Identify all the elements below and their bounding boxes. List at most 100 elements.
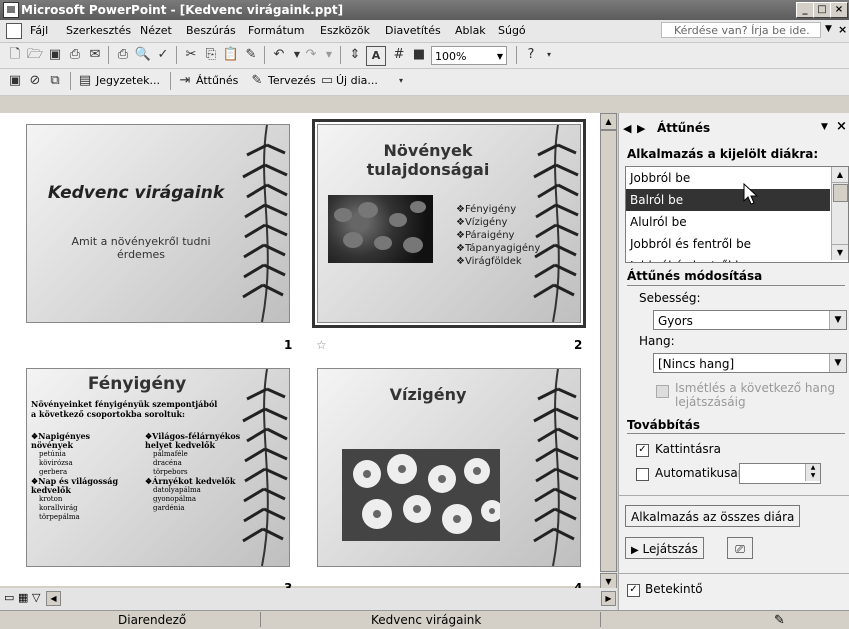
zoom-value: 100% (435, 50, 467, 63)
pane-close-icon[interactable]: × (836, 119, 847, 134)
help-icon[interactable]: ? (522, 46, 540, 64)
scroll-up-icon[interactable]: ▲ (600, 113, 617, 130)
document-icon[interactable] (6, 23, 22, 39)
automatic-checkbox[interactable] (636, 468, 649, 481)
spinner-icon[interactable]: ▲ ▼ (805, 464, 820, 481)
pane-menu-icon[interactable]: ▼ (821, 122, 828, 132)
transition-button[interactable]: Áttűnés (196, 74, 238, 87)
menu-view[interactable]: Nézet (140, 24, 172, 37)
slideshow-button[interactable]: ⎚ (727, 537, 753, 559)
color-grayscale-icon[interactable]: ■ (410, 46, 428, 64)
close-document-icon[interactable]: × (838, 23, 847, 36)
design-icon[interactable]: ✎ (248, 72, 266, 90)
slideshow-icon: ⎚ (735, 542, 745, 556)
format-painter-icon[interactable]: ✎ (242, 46, 260, 64)
scroll-down-icon[interactable]: ▼ (832, 244, 848, 260)
loop-label-line: lejátszásáig (675, 395, 746, 409)
grid-icon[interactable]: # (390, 46, 408, 64)
scroll-up-icon[interactable]: ▲ (832, 167, 848, 183)
slide-sorter-view-icon[interactable]: ▦ (18, 591, 28, 604)
menu-slideshow[interactable]: Diavetítés (385, 24, 441, 37)
spelling-status-icon[interactable]: ✎ (774, 613, 785, 628)
menu-window[interactable]: Ablak (455, 24, 486, 37)
notes-button[interactable]: Jegyzetek... (96, 74, 160, 87)
print-icon[interactable]: ⎙ (114, 46, 132, 64)
zoom-select[interactable]: 100% ▼ (431, 46, 507, 65)
transition-star-icon[interactable]: ☆ (316, 338, 327, 352)
minimize-button[interactable]: _ (796, 2, 814, 18)
bullet-list: ❖Fényigény ❖Vízigény ❖Páraigény ❖Tápanya… (456, 203, 540, 268)
menu-insert[interactable]: Beszúrás (186, 24, 236, 37)
column-item: kövirózsa (39, 459, 73, 467)
slide-sorter-toolbar: ▣ ⊘ ⧉ ▤ Jegyzetek... ⇥ Áttűnés ✎ Tervezé… (0, 69, 849, 96)
list-item[interactable]: Alulról be (626, 211, 830, 233)
chevron-down-icon[interactable]: ▼ (825, 24, 832, 34)
expand-all-icon[interactable]: ⇕ (346, 46, 364, 64)
slide-thumbnail-4[interactable]: Vízigény (317, 368, 581, 567)
menu-file[interactable]: Fájl (30, 24, 48, 37)
scroll-thumb[interactable] (833, 184, 848, 202)
apply-all-button[interactable]: Alkalmazás az összes diára (625, 505, 801, 527)
menu-edit[interactable]: Szerkesztés (66, 24, 131, 37)
scroll-right-icon[interactable]: ▶ (601, 591, 616, 606)
new-slide-icon[interactable]: ▭ (318, 72, 336, 90)
show-formatting-icon[interactable]: A (366, 46, 386, 66)
maximize-button[interactable]: □ (813, 2, 831, 18)
permission-icon[interactable]: ⎙ (66, 46, 84, 64)
back-icon[interactable]: ◀ (623, 122, 631, 135)
hide-slide-icon[interactable]: ⊘ (26, 72, 44, 90)
print-preview-icon[interactable]: 🔍 (134, 46, 152, 64)
list-scrollbar[interactable]: ▲ ▼ (831, 167, 848, 260)
slide-icon[interactable]: ▣ (6, 72, 24, 90)
speed-select[interactable]: Gyors ▼ (653, 310, 847, 330)
copy-icon[interactable]: ⎘ (202, 46, 220, 64)
sound-value: [Nincs hang] (658, 357, 735, 371)
redo-dropdown-icon[interactable]: ▼ (320, 46, 338, 64)
menu-tools[interactable]: Eszközök (320, 24, 370, 37)
undo-icon[interactable]: ↶ (270, 46, 288, 64)
summary-slide-icon[interactable]: ⧉ (46, 72, 64, 90)
automatic-time-input[interactable]: ▲ ▼ (739, 463, 821, 484)
vertical-scrollbar[interactable]: ▲ ▼ (600, 113, 617, 590)
slide-thumbnail-2[interactable]: Növények tulajdonságai ❖Fényigény ❖Vízig… (312, 119, 586, 328)
transition-icon[interactable]: ⇥ (176, 72, 194, 90)
slide-sorter: Kedvenc virágaink Amit a növényekről tud… (0, 113, 600, 595)
design-button[interactable]: Tervezés (268, 74, 316, 87)
notes-icon[interactable]: ▤ (76, 72, 94, 90)
preview-checkbox[interactable]: ✓ (627, 584, 640, 597)
list-item-selected[interactable]: Balról be (626, 189, 830, 211)
slide-thumbnail-1[interactable]: Kedvenc virágaink Amit a növényekről tud… (26, 124, 290, 323)
menu-format[interactable]: Formátum (248, 24, 304, 37)
slide-subtitle: Amit a növényekről tudni érdemes (41, 235, 241, 261)
sound-select[interactable]: [Nincs hang] ▼ (653, 353, 847, 373)
open-icon[interactable]: 🗁 (26, 46, 44, 64)
loop-checkbox[interactable] (656, 385, 669, 398)
spelling-icon[interactable]: ✓ (154, 46, 172, 64)
list-item[interactable]: Jobbról és lentről be (626, 255, 830, 262)
transition-listbox[interactable]: Jobbról be Balról be Alulról be Jobbról … (625, 166, 849, 263)
redo-icon[interactable]: ↷ (302, 46, 320, 64)
slide-thumbnail-3[interactable]: Fényigény Növényeinket fényigényük szemp… (26, 368, 290, 567)
bullet-item: ❖Vízigény (456, 217, 508, 228)
scroll-thumb[interactable] (600, 130, 617, 572)
slideshow-view-icon[interactable]: ▽ (32, 591, 40, 604)
play-button[interactable]: ▶ Lejátszás (625, 537, 704, 559)
toolbar-options-icon[interactable]: ▾ (540, 46, 558, 64)
forward-icon[interactable]: ▶ (637, 122, 645, 135)
toolbar-options-icon[interactable]: ▾ (392, 72, 410, 90)
preview-label: Betekintő (645, 582, 703, 596)
new-slide-button[interactable]: Új dia... (336, 74, 378, 87)
list-item[interactable]: Jobbról és fentről be (626, 233, 830, 255)
normal-view-icon[interactable]: ▭ (4, 591, 14, 604)
scroll-left-icon[interactable]: ◀ (46, 591, 61, 606)
paste-icon[interactable]: 📋 (222, 46, 240, 64)
save-icon[interactable]: ▣ (46, 46, 64, 64)
on-click-checkbox[interactable]: ✓ (636, 444, 649, 457)
close-button[interactable]: × (830, 2, 848, 18)
new-icon[interactable]: 🗋 (6, 46, 24, 64)
list-item[interactable]: Jobbról be (626, 167, 830, 189)
menu-help[interactable]: Súgó (498, 24, 526, 37)
cut-icon[interactable]: ✂ (182, 46, 200, 64)
help-search-input[interactable]: Kérdése van? Írja be ide. (661, 22, 821, 38)
email-icon[interactable]: ✉ (86, 46, 104, 64)
